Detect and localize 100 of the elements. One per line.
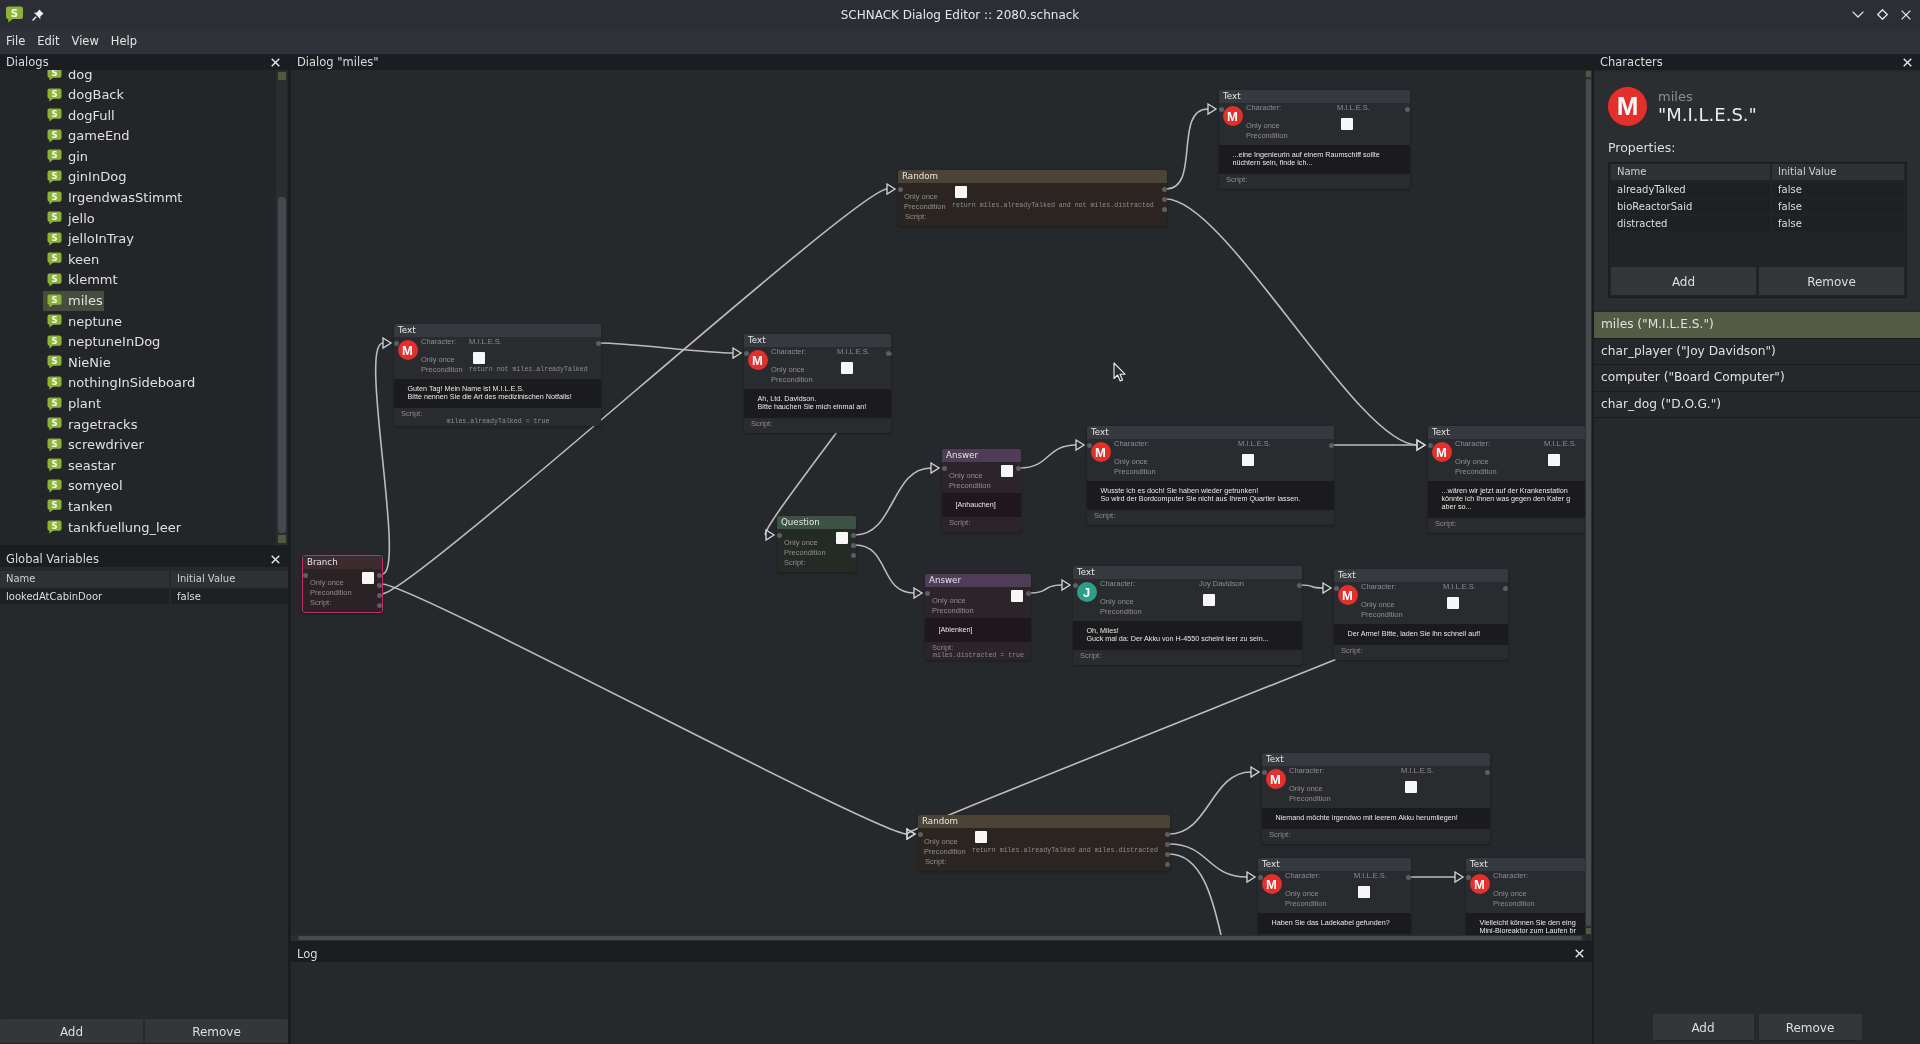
remove-button[interactable]: Remove [1758,1014,1862,1041]
scrollbar[interactable] [276,70,287,545]
dialog-list-item[interactable]: S neptune [43,311,124,332]
menu-item[interactable]: Help [104,29,144,54]
node-header: Text [394,324,601,337]
checkbox[interactable] [1203,593,1215,606]
scrollbar-thumb[interactable] [277,197,286,533]
port-icon[interactable] [942,465,947,471]
chevron-down-icon[interactable] [1852,11,1864,18]
port-icon[interactable] [777,532,782,538]
add-button[interactable]: Add [1611,267,1756,296]
checkbox[interactable] [975,831,987,843]
checkbox[interactable] [836,532,848,544]
dialog-list-item[interactable]: S somyeol [43,475,124,496]
checkbox[interactable] [1548,453,1560,466]
speech-bubble-icon: S [47,190,62,205]
node-header: Text [1262,753,1490,766]
table-cell: lookedAtCabinDoor [0,589,169,604]
port-icon[interactable] [1262,769,1267,775]
close-icon[interactable] [1903,57,1912,67]
checkbox[interactable] [1341,117,1353,130]
close-icon[interactable] [1901,9,1911,20]
port-icon[interactable] [925,590,930,596]
port-icon[interactable] [303,572,308,578]
scroll-end-button[interactable] [277,72,286,80]
port-icon[interactable] [1466,874,1471,880]
pin-icon[interactable] [32,8,44,21]
dialog-list-item[interactable]: S jello [43,208,96,229]
menu-item[interactable]: File [0,29,32,54]
port-icon[interactable] [394,340,399,346]
diamond-icon[interactable] [1877,9,1888,20]
dialog-list-item[interactable]: S tankfuellung_leer [43,517,183,538]
port-icon[interactable] [1405,106,1410,112]
port-icon[interactable] [886,350,891,356]
close-icon[interactable] [1575,949,1584,958]
checkbox[interactable] [1358,885,1370,898]
dialog-list-item[interactable]: S seastar [43,455,117,476]
menu-item[interactable]: View [65,29,105,54]
dialog-list-item[interactable]: S dogBack [43,84,126,105]
port-icon[interactable] [1016,465,1021,471]
checkbox[interactable] [1011,590,1023,602]
dialog-list-item[interactable]: S gin [43,146,90,167]
add-button[interactable]: Add [0,1019,143,1044]
character-avatar: M [1337,585,1358,606]
dialog-list-item[interactable]: S neptuneInDog [43,331,162,352]
port-icon[interactable] [1087,442,1092,448]
checkbox[interactable] [1242,453,1254,466]
dialog-list-item[interactable]: S ginInDog [43,166,128,187]
remove-button[interactable]: Remove [1759,267,1904,296]
port-icon[interactable] [1406,874,1411,880]
character-list-item[interactable]: miles ("M.I.L.E.S.") [1594,312,1920,339]
scroll-end-button[interactable] [277,535,286,543]
close-icon[interactable] [271,57,280,67]
node-header: Text [1258,858,1411,871]
dialog-list-item[interactable]: S IrgendwasStimmt [43,187,184,208]
add-button[interactable]: Add [1652,1014,1754,1041]
port-icon[interactable] [918,831,923,837]
character-avatar: J [1076,582,1097,603]
scrollbar-thumb[interactable] [298,936,1582,940]
scrollbar[interactable] [291,935,1585,941]
checkbox[interactable] [841,361,853,374]
checkbox[interactable] [1405,780,1417,793]
port-icon[interactable] [1258,874,1263,880]
checkbox[interactable] [1001,465,1013,477]
dialog-list-item[interactable]: S ragetracks [43,414,139,435]
node-header: Answer [942,449,1021,462]
close-icon[interactable] [271,554,280,564]
checkbox[interactable] [473,351,485,364]
dialog-list-item[interactable]: S keen [43,249,101,270]
port-icon[interactable] [1503,585,1508,591]
port-icon[interactable] [1485,769,1490,775]
port-icon[interactable] [744,350,749,356]
dialog-list-item[interactable]: S klemmt [43,269,119,290]
port-icon[interactable] [1334,585,1339,591]
remove-button[interactable]: Remove [145,1019,288,1044]
port-icon[interactable] [1073,582,1078,588]
scrollbar[interactable] [1585,70,1592,935]
port-icon[interactable] [1329,442,1334,448]
dialog-list-item[interactable]: S dogFull [43,105,116,126]
dialog-list-item[interactable]: S NieNie [43,352,112,373]
port-icon[interactable] [1219,106,1224,112]
dialog-list-item[interactable]: S gameEnd [43,125,131,146]
port-icon[interactable] [898,186,903,192]
menu-item[interactable]: Edit [31,29,66,54]
dialog-list-item[interactable]: S nothingInSideboard [43,372,197,393]
port-icon[interactable] [1297,582,1302,588]
dialog-list-item[interactable]: S miles [43,290,104,311]
checkbox[interactable] [1447,596,1459,609]
speech-bubble-icon: S [47,211,62,226]
text-node[interactable] [394,324,601,426]
dialog-list-item[interactable]: S plant [43,393,103,414]
checkbox[interactable] [955,186,967,198]
dialog-list-item[interactable]: S screwdriver [43,434,145,455]
port-icon[interactable] [1428,442,1433,448]
checkbox[interactable] [362,572,374,584]
port-icon[interactable] [1026,590,1031,596]
port-icon[interactable] [596,340,601,346]
dialog-list-item[interactable]: S jelloInTray [43,228,135,249]
dialog-list-item[interactable]: S tanken [43,496,114,517]
scrollbar-thumb[interactable] [1586,79,1591,926]
